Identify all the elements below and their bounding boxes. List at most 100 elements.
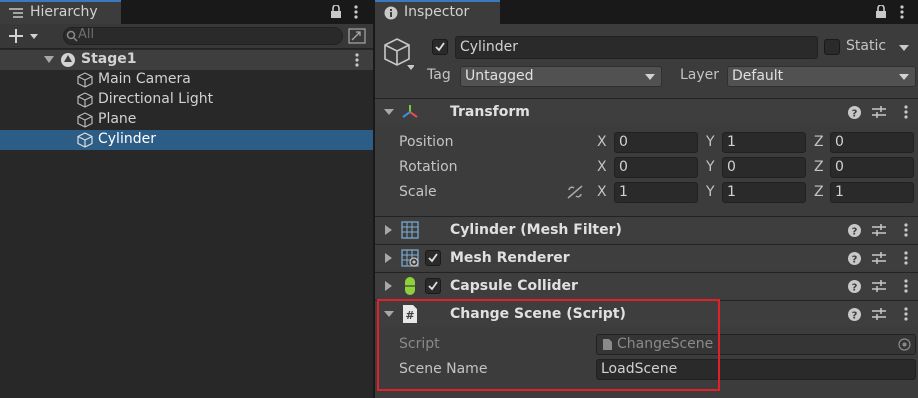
cube-icon [77, 112, 93, 128]
scene-name: Stage1 [81, 51, 137, 67]
active-checkbox[interactable] [432, 39, 448, 55]
svg-text:?: ? [852, 109, 858, 120]
constrain-proportions-icon[interactable] [567, 185, 583, 199]
hierarchy-item-label: Main Camera [98, 71, 191, 87]
rotation-z-label[interactable]: Z [814, 159, 824, 175]
rotation-z-field[interactable]: 0 [830, 157, 914, 178]
hierarchy-item-label: Plane [98, 111, 137, 127]
svg-text:?: ? [852, 283, 858, 294]
transform-title: Transform [450, 104, 530, 120]
unity-scene-icon [60, 52, 76, 68]
scale-z-field[interactable]: 1 [830, 182, 914, 203]
rotation-x-label[interactable]: X [597, 159, 607, 175]
cube-icon [77, 92, 93, 108]
hierarchy-item-main-camera[interactable]: Main Camera [0, 70, 373, 90]
lock-icon[interactable] [875, 5, 887, 18]
more-options-icon[interactable] [354, 5, 358, 19]
hierarchy-item-directional-light[interactable]: Directional Light [0, 90, 373, 110]
mesh-filter-header[interactable]: Cylinder (Mesh Filter) ? [375, 216, 918, 243]
expand-arrow-icon[interactable] [385, 253, 392, 263]
lock-icon[interactable] [330, 5, 342, 18]
list-icon [9, 7, 23, 19]
preset-icon[interactable] [872, 223, 886, 237]
help-icon[interactable]: ? [848, 308, 861, 321]
highlight-annotation-box [377, 299, 720, 391]
capsule-collider-title: Capsule Collider [450, 278, 578, 294]
tag-value: Untagged [465, 68, 534, 84]
hierarchy-item-label: Directional Light [98, 91, 214, 107]
preset-icon[interactable] [872, 105, 886, 119]
layer-label: Layer [680, 67, 720, 83]
static-dropdown-arrow-icon[interactable] [899, 45, 909, 52]
capsule-collider-header[interactable]: Capsule Collider ? [375, 272, 918, 299]
static-checkbox[interactable] [824, 39, 840, 55]
tag-label: Tag [427, 67, 451, 83]
hierarchy-item-label: Cylinder [98, 131, 156, 147]
rotation-x-field[interactable]: 0 [614, 157, 698, 178]
more-options-icon[interactable] [900, 5, 904, 19]
more-options-icon[interactable] [904, 279, 908, 293]
transform-header[interactable]: Transform ? [375, 98, 918, 125]
expand-arrow-icon[interactable] [385, 281, 392, 291]
scale-x-label[interactable]: X [597, 184, 607, 200]
scale-x-field[interactable]: 1 [614, 182, 698, 203]
chevron-down-icon [645, 74, 655, 80]
rotation-y-field[interactable]: 0 [722, 157, 806, 178]
svg-text:?: ? [852, 227, 858, 238]
mesh-renderer-icon [401, 249, 419, 267]
collapse-arrow-icon[interactable] [384, 109, 394, 116]
hierarchy-item-plane[interactable]: Plane [0, 110, 373, 130]
position-y-field[interactable]: 1 [722, 132, 806, 153]
layer-dropdown[interactable]: Default [727, 66, 916, 87]
help-icon[interactable]: ? [848, 224, 861, 237]
cube-icon [77, 72, 93, 88]
chevron-down-icon [899, 74, 909, 80]
mesh-renderer-header[interactable]: Mesh Renderer ? [375, 244, 918, 271]
svg-text:?: ? [852, 255, 858, 266]
hierarchy-item-cylinder[interactable]: Cylinder [0, 130, 373, 150]
help-icon[interactable]: ? [848, 252, 861, 265]
cube-icon [77, 132, 93, 148]
help-icon[interactable]: ? [848, 280, 861, 293]
preset-icon[interactable] [872, 279, 886, 293]
rotation-y-label[interactable]: Y [706, 159, 715, 175]
position-x-label[interactable]: X [597, 134, 607, 150]
capsule-collider-enabled-checkbox[interactable] [425, 278, 441, 294]
position-y-label[interactable]: Y [706, 134, 715, 150]
mesh-filter-title: Cylinder (Mesh Filter) [450, 222, 622, 238]
inspector-tab-label: Inspector [404, 4, 470, 20]
more-options-icon[interactable] [904, 307, 908, 321]
mesh-filter-grid-icon [401, 221, 419, 239]
tag-dropdown[interactable]: Untagged [460, 66, 662, 87]
hierarchy-tab[interactable]: Hierarchy [0, 0, 121, 24]
position-z-label[interactable]: Z [814, 134, 824, 150]
scale-y-field[interactable]: 1 [722, 182, 806, 203]
more-options-icon[interactable] [904, 105, 908, 119]
inspector-tab[interactable]: Inspector [375, 0, 500, 24]
expand-arrow-icon[interactable] [385, 225, 392, 235]
search-icon [66, 30, 78, 42]
more-options-icon[interactable] [904, 223, 908, 237]
search-input[interactable] [63, 27, 343, 45]
preset-icon[interactable] [872, 251, 886, 265]
scale-z-label[interactable]: Z [814, 184, 824, 200]
preset-icon[interactable] [872, 307, 886, 321]
scene-row[interactable]: Stage1 [0, 50, 373, 70]
scene-options-icon[interactable] [355, 53, 359, 67]
position-label: Position [399, 134, 454, 150]
position-x-field[interactable]: 0 [614, 132, 698, 153]
static-label: Static [846, 38, 887, 54]
object-picker-icon [898, 338, 911, 351]
position-z-field[interactable]: 0 [830, 132, 914, 153]
create-button[interactable] [8, 28, 42, 44]
layer-value: Default [732, 68, 784, 84]
mesh-renderer-enabled-checkbox[interactable] [425, 250, 441, 266]
info-icon [384, 6, 398, 20]
expand-arrow-icon[interactable] [44, 56, 54, 64]
scale-y-label[interactable]: Y [706, 184, 715, 200]
help-icon[interactable]: ? [848, 106, 861, 119]
object-name-field[interactable]: Cylinder [455, 36, 818, 59]
search-mode-icon[interactable] [348, 28, 366, 44]
gameobject-cube-icon[interactable] [384, 37, 414, 73]
more-options-icon[interactable] [904, 251, 908, 265]
